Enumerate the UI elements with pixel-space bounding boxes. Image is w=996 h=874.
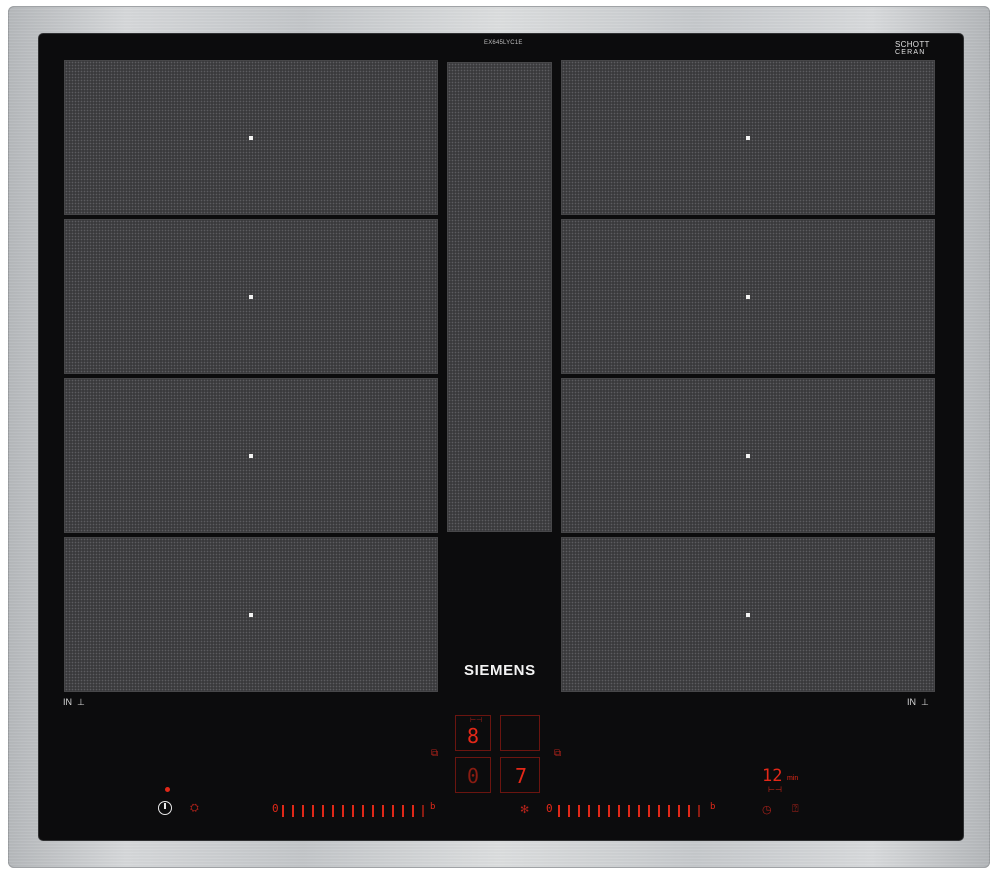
zone-marker (249, 612, 253, 617)
zone-marker (746, 612, 750, 617)
power-led (165, 787, 170, 792)
cooking-zone-right-2 (561, 219, 935, 374)
boost-marker: b (430, 802, 436, 812)
brand-logo: SIEMENS (464, 662, 536, 679)
settings-icon[interactable]: ✻ (520, 803, 529, 816)
zone-display-top-left[interactable]: ⊢⊣ 8 (455, 715, 491, 751)
cooking-zone-right-4 (561, 537, 935, 692)
in-text-left: IN (63, 697, 72, 707)
child-lock-icon[interactable]: ⛭ (190, 802, 199, 815)
model-number: EX645LYC1E (484, 40, 523, 46)
zone-display-top-right[interactable] (500, 715, 540, 751)
in-text-right: IN (907, 697, 916, 707)
slider-min: 0 (272, 802, 279, 815)
bridge-icon-right[interactable]: ⧉ (554, 748, 561, 759)
induction-label-right: IN ⊥ (907, 697, 929, 708)
help-icon[interactable]: ⍰ (792, 803, 799, 816)
cooking-zone-left-4 (64, 537, 438, 692)
cooking-zone-left-1 (64, 60, 438, 215)
center-flex-zone (447, 62, 552, 532)
zone-marker (249, 294, 253, 299)
timer-icon[interactable]: ◷ (762, 803, 772, 816)
zone-marker (746, 135, 750, 140)
induction-icon: ⊥ (921, 697, 929, 707)
stopwatch-icon[interactable]: ⊢⊣ (768, 785, 782, 794)
flex-icon: ⊢⊣ (470, 717, 483, 724)
power-level-digit: 0 (467, 764, 480, 788)
zone-marker (746, 294, 750, 299)
schott-logo-line2: CERAN (895, 49, 926, 56)
slider-min: 0 (546, 802, 553, 815)
timer-unit: min (787, 775, 799, 782)
cooking-zone-left-3 (64, 378, 438, 533)
induction-label-left: IN ⊥ (63, 697, 85, 708)
power-icon[interactable] (158, 801, 172, 815)
boost-marker: b (710, 802, 716, 812)
cooking-zone-left-2 (64, 219, 438, 374)
cooking-zone-right-1 (561, 60, 935, 215)
power-level-digit: 8 (467, 724, 480, 748)
zone-marker (746, 453, 750, 458)
zone-marker (249, 135, 253, 140)
zone-display-bottom-right[interactable]: 7 (500, 757, 540, 793)
power-slider-right[interactable]: 0 b (546, 802, 722, 819)
cooking-zone-right-3 (561, 378, 935, 533)
power-level-digit: 7 (515, 764, 528, 788)
zone-marker (249, 453, 253, 458)
induction-icon: ⊥ (77, 697, 85, 707)
bridge-icon-left[interactable]: ⧉ (431, 748, 438, 759)
power-slider-left[interactable]: 0 b (272, 802, 438, 819)
schott-logo-line1: SCHOTT (895, 40, 930, 49)
zone-display-bottom-left[interactable]: 0 (455, 757, 491, 793)
timer-display: 12 (762, 766, 783, 786)
